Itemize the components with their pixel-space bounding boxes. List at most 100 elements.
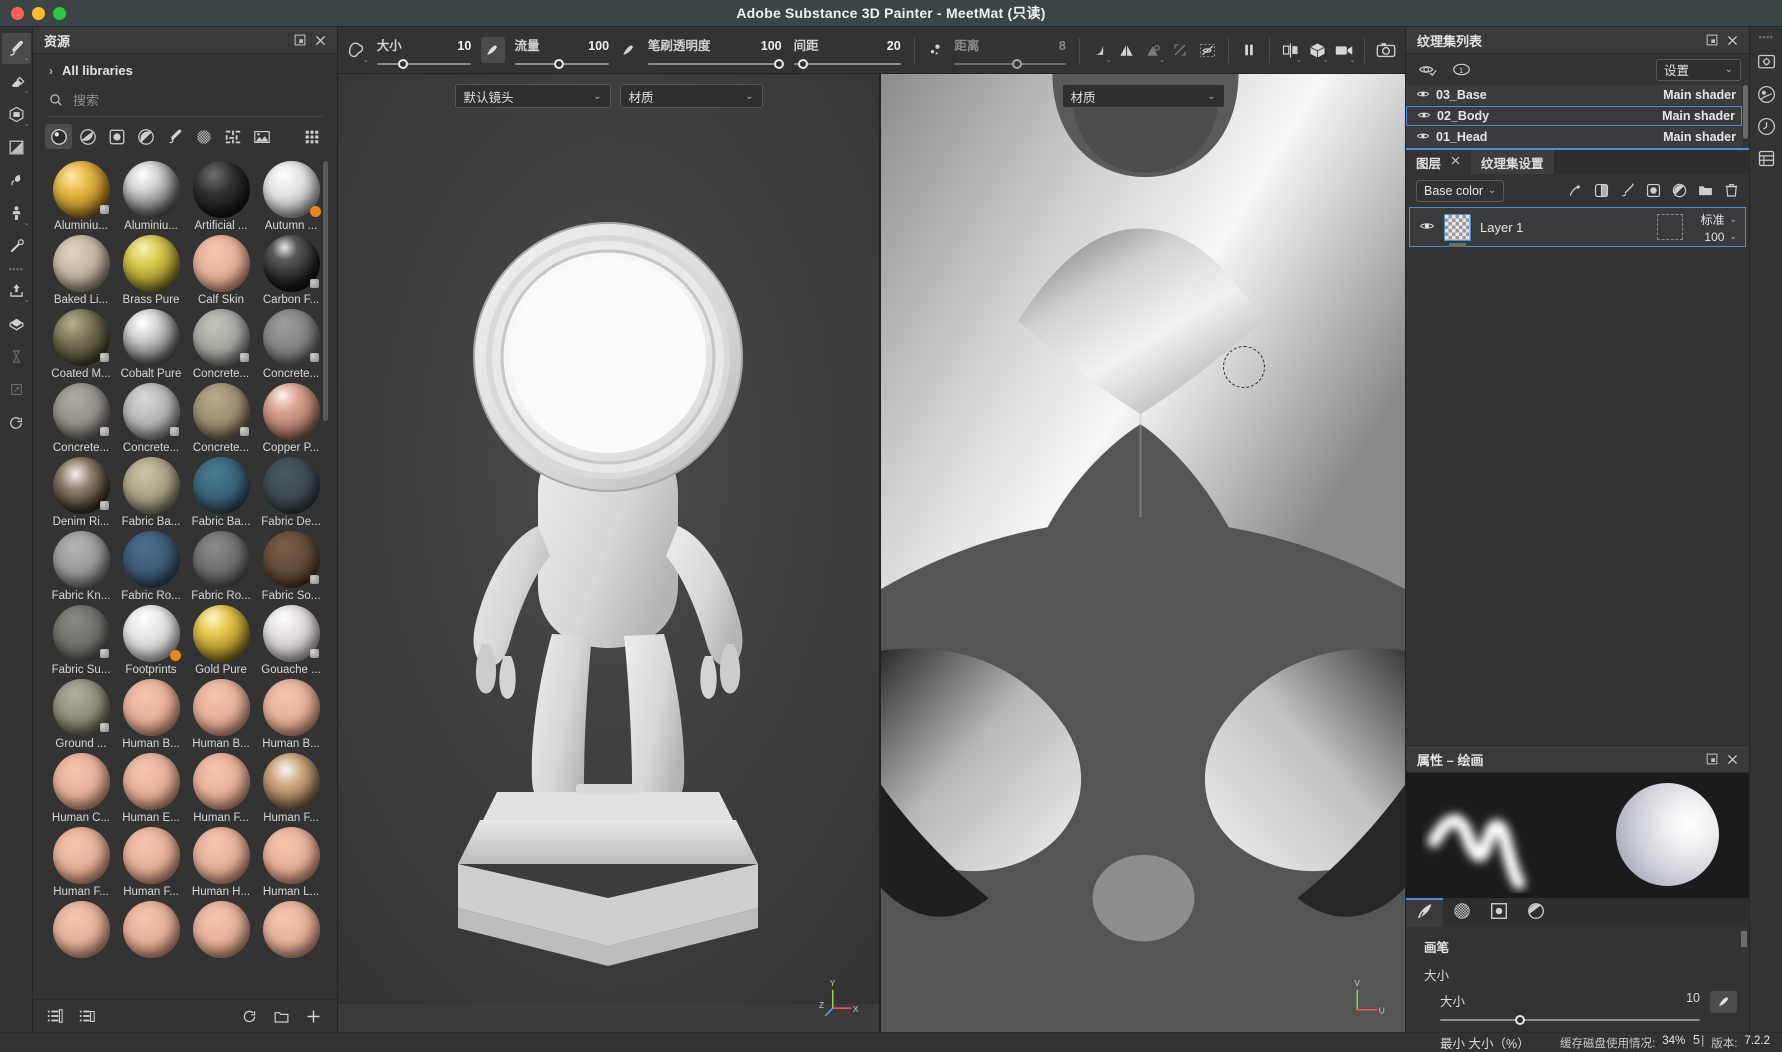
symmetry-mirror-button[interactable] — [1113, 33, 1140, 67]
color-picker-tool[interactable] — [2, 231, 31, 262]
projection-tool[interactable]: ⌄ — [2, 99, 31, 130]
layers-tab[interactable]: 图层 — [1406, 150, 1472, 174]
material-tab[interactable] — [1517, 898, 1554, 927]
brush-opacity-slider[interactable]: 笔刷透明度 100 — [647, 35, 784, 69]
undock-icon[interactable] — [1702, 30, 1722, 50]
search-row[interactable]: 搜索 — [47, 86, 323, 117]
texture-set-settings-dropdown[interactable]: 设置 ⌄ — [1656, 58, 1741, 81]
asset-item[interactable]: Concrete... — [47, 383, 115, 454]
asset-item[interactable]: Fabric Ro... — [187, 531, 255, 602]
asset-item[interactable]: Gouache ... — [257, 605, 325, 676]
asset-item[interactable]: Calf Skin — [187, 235, 255, 306]
brush-opacity-track[interactable] — [647, 59, 784, 69]
library-folder-icon[interactable] — [77, 1006, 97, 1026]
distance-track[interactable] — [954, 59, 1066, 69]
size-property-slider[interactable]: 大小 10 最小 大小（%） 5 — [1440, 991, 1700, 1052]
asset-item[interactable] — [47, 901, 115, 960]
filter-smart-masks[interactable] — [132, 124, 159, 149]
screenshot-camera-button[interactable] — [1372, 33, 1399, 67]
delete-layer-icon[interactable] — [1722, 181, 1741, 200]
asset-item[interactable]: Brass Pure — [117, 235, 185, 306]
layer-mask-slot[interactable] — [1657, 214, 1684, 240]
stencil-tab[interactable] — [1480, 898, 1517, 927]
visibility-toggle-icon[interactable] — [1417, 60, 1437, 80]
filter-alphas[interactable] — [190, 124, 217, 149]
asset-item[interactable]: Fabric Ba... — [187, 457, 255, 528]
asset-item[interactable] — [257, 901, 325, 960]
environment-settings-button[interactable] — [1753, 81, 1780, 108]
size-track[interactable] — [376, 59, 472, 69]
asset-item[interactable]: Denim Ri... — [47, 457, 115, 528]
close-icon[interactable] — [1722, 30, 1742, 50]
shelf-button[interactable] — [1753, 145, 1780, 172]
filter-materials[interactable] — [45, 124, 72, 149]
material-dropdown-2d[interactable]: 材质 ⌄ — [1061, 84, 1225, 108]
asset-item[interactable]: Human E... — [117, 753, 185, 824]
layers-tab[interactable]: 纹理集设置 — [1471, 150, 1554, 174]
asset-item[interactable]: Human C... — [47, 753, 115, 824]
filter-textures[interactable] — [219, 124, 246, 149]
brush-tip-swatch[interactable] — [481, 37, 505, 63]
asset-item[interactable]: Fabric De... — [257, 457, 325, 528]
asset-item[interactable]: Fabric Ro... — [117, 531, 185, 602]
hourglass-tool[interactable] — [2, 341, 31, 372]
symmetry-settings-button[interactable]: ⌄ — [1140, 33, 1167, 67]
eye-visibility-icon[interactable] — [1419, 218, 1435, 237]
asset-item[interactable]: Human F... — [47, 827, 115, 898]
clone-tool[interactable]: ⌄ — [2, 198, 31, 229]
asset-item[interactable]: Human L... — [257, 827, 325, 898]
smudge-tool[interactable] — [2, 165, 31, 196]
asset-item[interactable]: Concrete... — [187, 383, 255, 454]
add-icon[interactable] — [303, 1006, 323, 1026]
view-mode-grid[interactable] — [298, 124, 325, 149]
texture-set-scrollbar[interactable] — [1743, 85, 1748, 139]
flow-track[interactable] — [514, 59, 610, 69]
falloff-curve-button[interactable]: ⌄ — [1087, 33, 1114, 67]
properties-scrollbar[interactable] — [1741, 931, 1747, 947]
asset-item[interactable]: Concrete... — [187, 309, 255, 380]
close-icon[interactable] — [310, 30, 330, 50]
size-property-knob[interactable] — [1515, 1015, 1526, 1025]
viewport-2d[interactable]: 材质 ⌄ V U — [879, 74, 1405, 1032]
asset-item[interactable]: Concrete... — [117, 383, 185, 454]
asset-item[interactable]: Footprints — [117, 605, 185, 676]
spacing-slider[interactable]: 间距 20 — [793, 35, 901, 69]
add-fill-layer-icon[interactable] — [1592, 181, 1611, 200]
asset-item[interactable]: Human F... — [257, 753, 325, 824]
new-folder-icon[interactable] — [271, 1006, 291, 1026]
asset-item[interactable]: Copper P... — [257, 383, 325, 454]
asset-item[interactable]: Artificial ... — [187, 161, 255, 232]
filter-brushes[interactable] — [161, 124, 188, 149]
add-paint-layer-icon[interactable] — [1618, 181, 1637, 200]
asset-item[interactable]: Fabric So... — [257, 531, 325, 602]
asset-item[interactable]: Coated M... — [47, 309, 115, 380]
pause-engine-button[interactable] — [1235, 33, 1262, 67]
layer-opacity-dropdown[interactable]: 100 ⌄ — [1704, 230, 1737, 244]
asset-item[interactable]: Fabric Kn... — [47, 531, 115, 602]
viewport-3d[interactable]: 默认镜头 ⌄ 材质 ⌄ Y X Z — [338, 74, 879, 1032]
undock-icon[interactable] — [290, 30, 310, 50]
layer-thumbnail[interactable] — [1444, 213, 1471, 247]
add-folder-icon[interactable] — [1696, 181, 1715, 200]
layer-blend-mode-dropdown[interactable]: 标准 ⌄ — [1700, 211, 1737, 228]
asset-item[interactable]: Fabric Ba... — [117, 457, 185, 528]
flow-tip-swatch[interactable] — [615, 33, 642, 67]
reload-tool[interactable] — [2, 407, 31, 438]
rail-drag-handle[interactable]: ▪▪▪▪ — [1759, 32, 1774, 44]
history-button[interactable] — [1753, 113, 1780, 140]
asset-item[interactable]: Human B... — [187, 679, 255, 750]
asset-item[interactable]: Human B... — [117, 679, 185, 750]
asset-item[interactable] — [117, 901, 185, 960]
size-property-row[interactable]: 大小 10 最小 大小（%） 5 — [1424, 991, 1737, 1052]
asset-item[interactable]: Aluminiu... — [117, 161, 185, 232]
asset-item[interactable]: Baked Li... — [47, 235, 115, 306]
flow-slider[interactable]: 流量 100 — [514, 35, 610, 69]
refresh-icon[interactable] — [239, 1006, 259, 1026]
bake-tool[interactable] — [2, 308, 31, 339]
texture-set-row[interactable]: 03_Base Main shader — [1406, 85, 1742, 105]
asset-item[interactable]: Carbon F... — [257, 235, 325, 306]
eye-visibility-icon[interactable] — [1416, 129, 1430, 146]
paint-brush-tool[interactable]: ⌄ — [1, 33, 31, 64]
filter-environments[interactable] — [248, 124, 275, 149]
viewport-split-button[interactable]: ⌄ — [1277, 33, 1304, 67]
